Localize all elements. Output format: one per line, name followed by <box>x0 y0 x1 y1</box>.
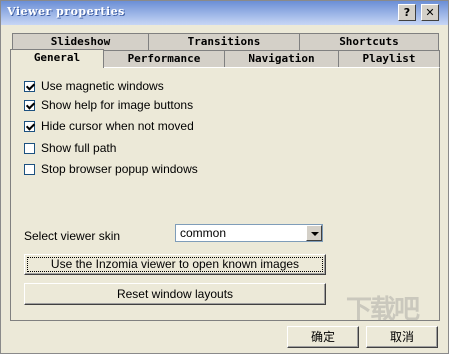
checkbox[interactable] <box>24 120 35 132</box>
chevron-down-icon[interactable] <box>306 225 322 241</box>
option-show-help-for-image-buttons[interactable]: Show help for image buttons <box>24 97 193 113</box>
tab-navigation[interactable]: Navigation <box>224 50 339 67</box>
close-button[interactable]: ✕ <box>421 4 439 21</box>
title-bar: Viewer properties ? ✕ <box>1 1 448 25</box>
viewer-properties-dialog: Viewer properties ? ✕ Slideshow Transiti… <box>0 0 449 354</box>
option-stop-browser-popups[interactable]: Stop browser popup windows <box>24 161 198 177</box>
skin-select[interactable]: common <box>175 224 323 242</box>
tab-playlist[interactable]: Playlist <box>338 50 440 67</box>
checkbox-label[interactable]: Show help for image buttons <box>41 98 193 112</box>
skin-select-value: common <box>180 226 227 240</box>
dialog-title: Viewer properties <box>7 5 125 18</box>
ok-button[interactable]: 确定 <box>287 326 359 348</box>
option-hide-cursor[interactable]: Hide cursor when not moved <box>24 118 194 134</box>
checkbox-label[interactable]: Show full path <box>41 141 116 155</box>
checkbox-label[interactable]: Stop browser popup windows <box>41 162 198 176</box>
reset-window-layouts-button[interactable]: Reset window layouts <box>24 283 326 305</box>
tab-transitions[interactable]: Transitions <box>148 33 300 50</box>
help-button[interactable]: ? <box>398 4 416 21</box>
checkbox[interactable] <box>24 163 35 175</box>
checkbox[interactable] <box>24 80 35 92</box>
tab-slideshow[interactable]: Slideshow <box>12 33 149 50</box>
checkbox-label[interactable]: Use magnetic windows <box>41 79 164 93</box>
checkbox[interactable] <box>24 142 35 154</box>
option-use-magnetic-windows[interactable]: Use magnetic windows <box>24 78 164 94</box>
tab-general[interactable]: General <box>10 49 104 68</box>
tab-performance[interactable]: Performance <box>103 50 225 67</box>
checkbox-label[interactable]: Hide cursor when not moved <box>41 119 194 133</box>
option-show-full-path[interactable]: Show full path <box>24 140 116 156</box>
use-inzomia-viewer-button[interactable]: Use the Inzomia viewer to open known ima… <box>24 254 326 275</box>
cancel-button[interactable]: 取消 <box>366 326 438 348</box>
tab-shortcuts[interactable]: Shortcuts <box>299 33 439 50</box>
skin-label: Select viewer skin <box>24 229 121 243</box>
watermark-logo: 下载吧 <box>346 295 420 325</box>
checkbox[interactable] <box>24 99 35 111</box>
